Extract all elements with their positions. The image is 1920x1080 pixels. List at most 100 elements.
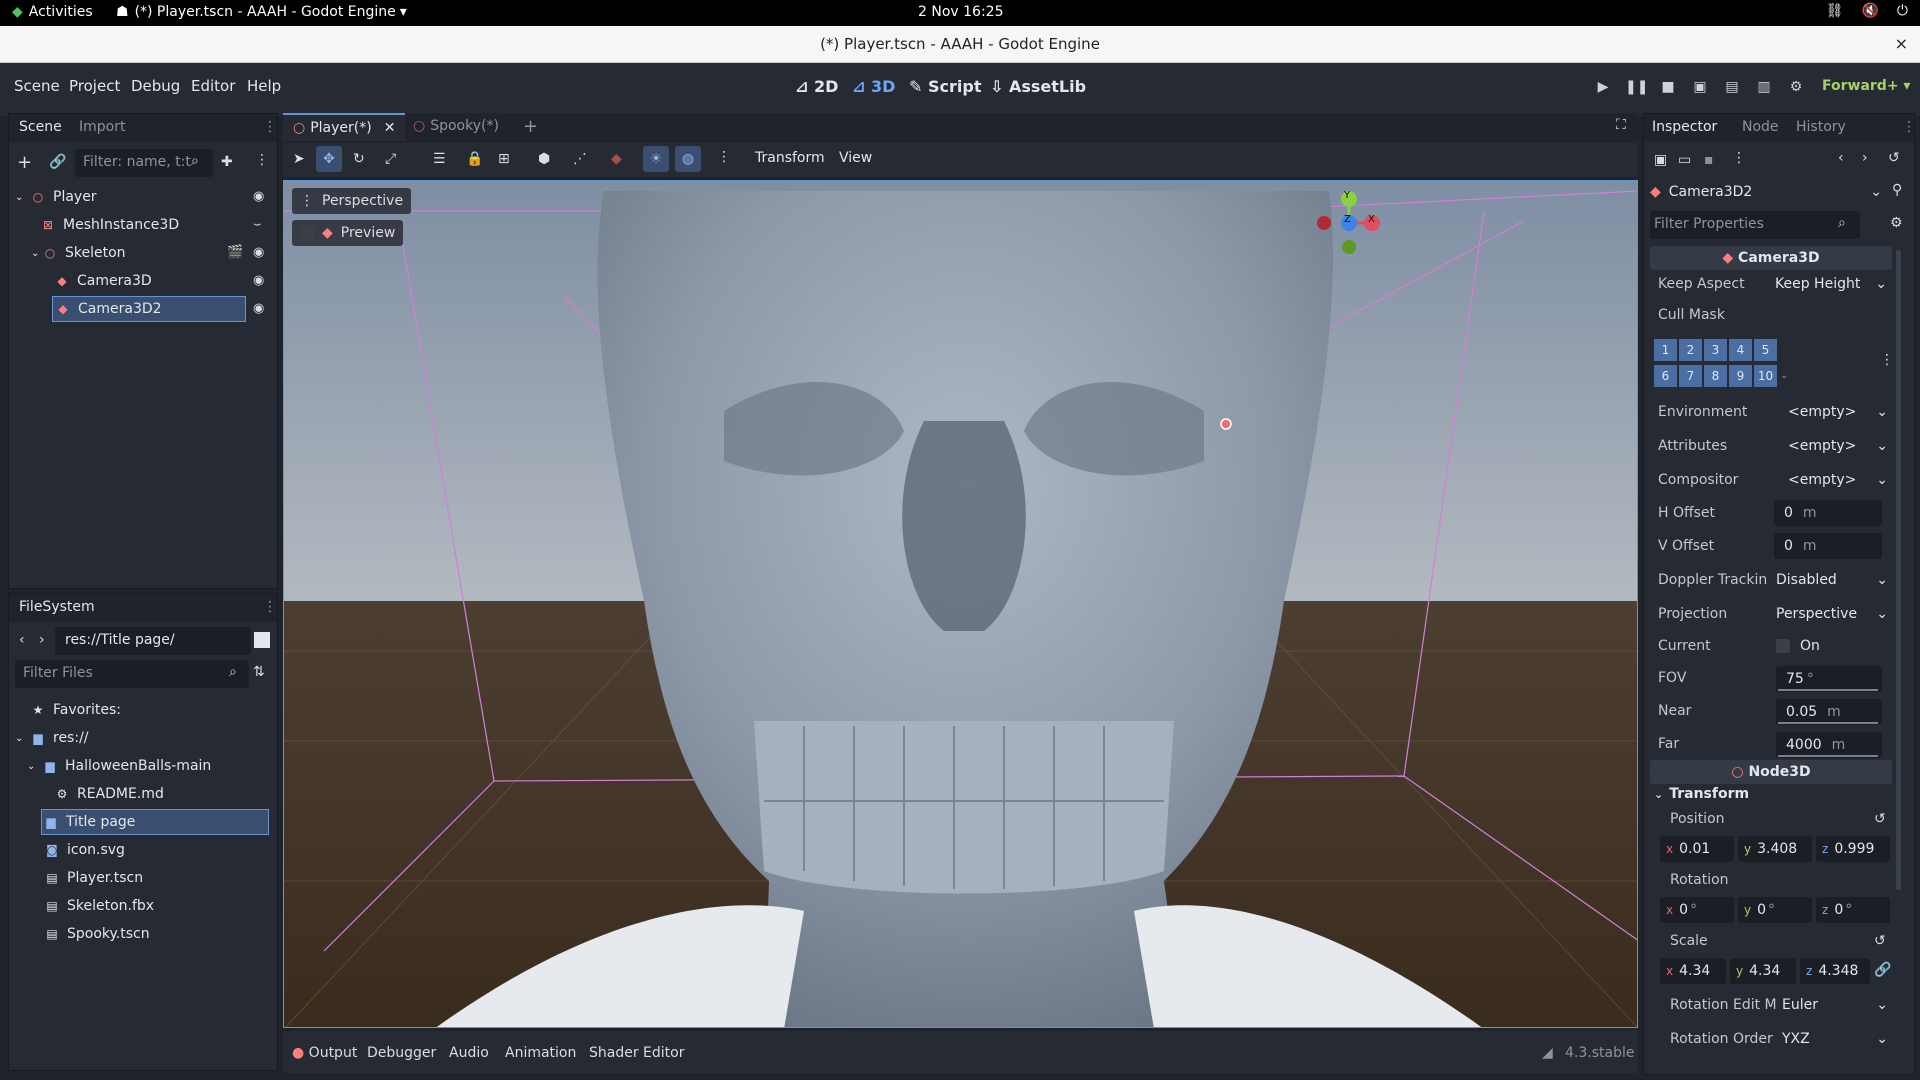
scene-menu-icon[interactable]: ⋮ <box>255 152 269 168</box>
environment-icon[interactable]: ◍ <box>675 146 701 172</box>
history-forward-icon[interactable]: › <box>1862 150 1868 166</box>
select-tool-icon[interactable]: ➤ <box>293 151 305 167</box>
clapper-icon[interactable]: 🎬 <box>227 245 243 260</box>
dock-menu-icon[interactable]: ⋮ <box>1902 119 1914 135</box>
file-spooky-tscn[interactable]: ▤ Spooky.tscn <box>45 921 149 947</box>
lock-icon[interactable]: 🔒 <box>466 151 483 167</box>
play-icon[interactable]: ▶ <box>1592 79 1614 101</box>
position-z-field[interactable]: z 0.999 <box>1816 836 1890 862</box>
menu-editor[interactable]: Editor <box>191 77 235 95</box>
inspector-options-icon[interactable]: ⚙ <box>1890 215 1903 231</box>
snap-icon[interactable]: ⋰ <box>573 151 587 167</box>
move-tool-icon[interactable]: ✥ <box>316 146 342 172</box>
window-close-button[interactable]: × <box>1895 34 1908 53</box>
app-menu[interactable]: ☗ (*) Player.tscn - AAAH - Godot Engine ▾ <box>116 4 407 20</box>
save-icon[interactable]: ▪ <box>1704 152 1714 168</box>
menu-debug[interactable]: Debug <box>131 77 180 95</box>
mode-assetlib-button[interactable]: ⇩ AssetLib <box>990 77 1086 96</box>
add-node-icon[interactable]: + <box>17 152 32 173</box>
v-offset-field[interactable]: 0m <box>1774 533 1882 559</box>
close-tab-icon[interactable]: ✕ <box>384 120 396 136</box>
perspective-menu[interactable]: ⋮ Perspective <box>292 188 412 214</box>
more-icon[interactable]: ⋮ <box>1880 352 1894 368</box>
rotation-y-field[interactable]: y 0 ° <box>1738 897 1812 923</box>
scale-tool-icon[interactable]: ⤢ <box>385 151 396 167</box>
dock-menu-icon[interactable]: ⋮ <box>263 599 277 615</box>
3d-viewport[interactable]: Y Z X ⋮ Perspective ◆ Preview <box>283 180 1638 1028</box>
link-icon[interactable]: 🔗 <box>49 154 66 170</box>
mode-script-button[interactable]: ✎ Script <box>909 77 981 96</box>
current-checkbox[interactable]: On <box>1776 638 1820 654</box>
keep-aspect-select[interactable]: Keep Height ⌄ <box>1775 276 1887 292</box>
preview-checkbox[interactable] <box>300 226 314 240</box>
stop-icon[interactable]: ■ <box>1657 79 1679 101</box>
tab-spooky[interactable]: ○ Spooky(*) <box>413 118 499 134</box>
open-folder-icon[interactable]: ▭ <box>1678 152 1691 168</box>
filter-properties-input[interactable]: Filter Properties ⌕ <box>1650 211 1860 239</box>
cull-layer-8[interactable]: 8 <box>1704 365 1727 387</box>
near-slider[interactable] <box>1778 722 1878 724</box>
pause-icon[interactable]: ❚❚ <box>1625 79 1648 101</box>
file-skeleton-fbx[interactable]: ▤ Skeleton.fbx <box>45 893 154 919</box>
cull-layer-4[interactable]: 4 <box>1729 339 1752 361</box>
tab-audio[interactable]: Audio <box>449 1045 489 1061</box>
history-icon[interactable]: ↺ <box>1888 150 1900 166</box>
scale-z-field[interactable]: z 4.348 <box>1800 958 1870 984</box>
tab-animation[interactable]: Animation <box>505 1045 576 1061</box>
rotation-z-field[interactable]: z 0 ° <box>1816 897 1890 923</box>
dock-menu-icon[interactable]: ⋮ <box>263 119 277 135</box>
transform-group[interactable]: ⌄ Transform <box>1654 786 1749 802</box>
cull-layer-10[interactable]: 10 <box>1754 365 1777 387</box>
compositor-picker[interactable]: <empty> ⌄ <box>1788 472 1888 488</box>
file-readme[interactable]: ⚙ README.md <box>55 781 164 807</box>
fullscreen-icon[interactable]: ⛶ <box>1616 117 1626 133</box>
more-icon[interactable]: ⋮ <box>717 149 731 165</box>
rotation-edit-mode-select[interactable]: Euler ⌄ <box>1782 997 1888 1013</box>
remote-debug-icon[interactable]: ▣ <box>1689 79 1711 101</box>
update-spinner-icon[interactable]: ◢ <box>1542 1045 1553 1061</box>
tab-shader-editor[interactable]: Shader Editor <box>589 1045 684 1061</box>
visibility-eye-icon[interactable]: ◉ <box>253 273 264 288</box>
local-space-icon[interactable]: ⬢ <box>538 151 550 167</box>
folder-title-page[interactable]: ▆ Title page <box>41 809 269 835</box>
position-x-field[interactable]: x 0.01 <box>1660 836 1734 862</box>
tree-node-meshinstance3d[interactable]: ⊠ MeshInstance3D <box>41 212 271 238</box>
tree-node-camera3d2[interactable]: ◆ Camera3D2 <box>52 296 246 322</box>
visibility-eye-icon[interactable]: ◉ <box>253 245 264 260</box>
more-icon[interactable]: ⋮ <box>1732 150 1746 166</box>
scale-x-field[interactable]: x 4.34 <box>1660 958 1726 984</box>
menu-project[interactable]: Project <box>69 77 120 95</box>
tab-history[interactable]: History <box>1796 119 1846 135</box>
sun-icon[interactable]: ☀ <box>643 146 669 172</box>
system-tray[interactable]: ⛓ 🔇 ⏻ <box>1826 3 1908 19</box>
visibility-eye-icon[interactable]: ◉ <box>253 301 264 316</box>
section-camera3d[interactable]: ◆ Camera3D <box>1650 246 1892 270</box>
add-tab-icon[interactable]: + <box>523 116 538 137</box>
cull-layer-9[interactable]: 9 <box>1729 365 1752 387</box>
visibility-hidden-icon[interactable]: ⌣ <box>253 217 262 232</box>
link-icon[interactable]: 🔗 <box>1874 962 1891 978</box>
camera-preview-icon[interactable]: ◆ <box>611 151 622 167</box>
view-menu[interactable]: View <box>839 150 872 166</box>
play-scene-icon[interactable]: ▤ <box>1721 79 1743 101</box>
tab-debugger[interactable]: Debugger <box>367 1045 436 1061</box>
back-icon[interactable]: ‹ <box>19 632 25 648</box>
renderer-select[interactable]: Forward+ ▾ <box>1822 78 1910 94</box>
tree-node-player[interactable]: ⌄ ○ Player <box>15 184 271 210</box>
cull-layer-1[interactable]: 1 <box>1654 339 1677 361</box>
folder-halloweenballs[interactable]: ⌄ ▆ HalloweenBalls-main <box>27 753 211 779</box>
revert-icon[interactable]: ↺ <box>1874 933 1886 949</box>
section-node3d[interactable]: ○ Node3D <box>1650 760 1892 784</box>
rotate-tool-icon[interactable]: ↻ <box>353 151 365 167</box>
tab-inspector[interactable]: Inspector <box>1652 119 1717 135</box>
tab-output[interactable]: ● Output <box>292 1045 357 1061</box>
chevron-down-icon[interactable]: ⌄ <box>1780 370 1788 381</box>
play-custom-scene-icon[interactable]: ▥ <box>1753 79 1775 101</box>
attach-script-icon[interactable]: ✚ <box>221 154 233 170</box>
file-icon-svg[interactable]: ◙ icon.svg <box>45 837 125 863</box>
visibility-eye-icon[interactable]: ◉ <box>253 189 264 204</box>
tree-node-camera3d[interactable]: ◆ Camera3D <box>55 268 255 294</box>
movie-maker-icon[interactable]: ⚙ <box>1785 79 1807 101</box>
menu-scene[interactable]: Scene <box>14 77 60 95</box>
file-player-tscn[interactable]: ▤ Player.tscn <box>45 865 143 891</box>
